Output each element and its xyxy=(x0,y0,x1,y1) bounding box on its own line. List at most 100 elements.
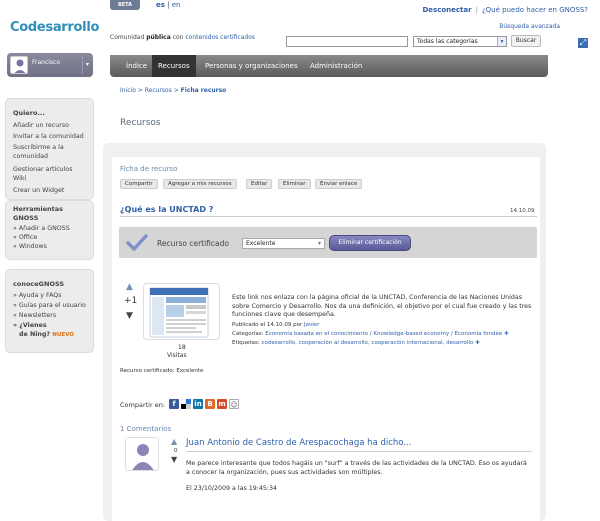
nav-item-personas[interactable]: Personas y organizaciones xyxy=(199,55,304,77)
divider xyxy=(120,216,537,217)
comment-text: Me parece interesante que todos hagáis u… xyxy=(186,460,527,476)
sidebar-item-crear-widget[interactable]: Crear un Widget xyxy=(13,187,64,195)
chevron-down-icon: ▾ xyxy=(497,37,506,46)
categories-link[interactable]: Economía basada en el conocimiento / Kno… xyxy=(265,331,502,337)
send-link-button[interactable]: Enviar enlace xyxy=(315,179,363,189)
resource-date: 14.10.09 xyxy=(510,208,535,214)
divider xyxy=(186,451,532,452)
comment-date: El 23/10/2009 a las 19:45:34 xyxy=(186,485,278,492)
tags-link[interactable]: codesarrollo, cooperación al desarrollo,… xyxy=(262,340,474,346)
sidebar-item-windows[interactable]: » Windows xyxy=(13,243,47,251)
beta-badge: BETA xyxy=(110,0,140,10)
advanced-search-link[interactable]: Búsqueda avanzada xyxy=(499,23,560,30)
sidebar-item-ayuda[interactable]: » Ayuda y FAQs xyxy=(13,292,62,300)
plus-icon[interactable]: ✚ xyxy=(475,340,480,346)
sidebar-item-suscribirme[interactable]: Suscribirme a la xyxy=(13,144,64,152)
resource-thumbnail[interactable] xyxy=(143,283,220,340)
published-prefix: Publicado el 14.10.09 por xyxy=(232,322,305,328)
facebook-icon[interactable]: f xyxy=(169,399,179,409)
sidebar-conoce-box: conoceGNOSS » Ayuda y FAQs » Guías para … xyxy=(5,269,94,353)
sidebar-item-newsletters[interactable]: » Newsletters xyxy=(13,312,56,320)
community-tagline: Comunidad pública con contenidos certifi… xyxy=(110,34,255,41)
breadcrumb-home[interactable]: Inicio xyxy=(120,87,136,94)
sidebar-item-suscribirme-cont[interactable]: comunidad xyxy=(13,153,48,161)
sidebar-tools-title: Herramientas xyxy=(13,205,64,213)
nav-item-indice[interactable]: Índice xyxy=(120,55,153,77)
avatar xyxy=(10,56,28,74)
categories-label: Categorías: xyxy=(232,331,266,337)
certified-content-link[interactable]: contenidos certificados xyxy=(185,34,255,41)
delicious-icon[interactable] xyxy=(180,398,191,409)
help-link[interactable]: ¿Qué puedo hacer en GNOSS? xyxy=(482,6,588,14)
sidebar-item-vienes[interactable]: » ¿Vienes xyxy=(13,322,47,330)
published-info: Publicado el 14.10.09 por Javier xyxy=(232,321,542,329)
top-links: Desconectar | ¿Qué puedo hacer en GNOSS? xyxy=(422,6,588,14)
sidebar-item-anadir-gnoss[interactable]: » Añadir a GNOSS xyxy=(13,225,70,233)
resource-title[interactable]: ¿Qué es la UNCTAD ? xyxy=(120,205,213,214)
tagline-prefix: Comunidad xyxy=(110,34,147,41)
chevron-down-icon[interactable]: ▾ xyxy=(82,56,92,74)
vote-down-icon[interactable]: ▼ xyxy=(171,455,177,464)
language-switcher: es | en xyxy=(156,1,180,9)
sidebar-quiero-title: Quiero... xyxy=(13,109,45,117)
comments-header: 1 Comentarios xyxy=(120,425,172,433)
reddit-icon[interactable]: ☺ xyxy=(229,399,239,409)
search-input[interactable] xyxy=(286,36,408,47)
share-label: Compartir en: xyxy=(120,401,166,409)
breadcrumb-current: Ficha recurso xyxy=(180,87,227,94)
breadcrumb: Inicio > Recursos > Ficha recurso xyxy=(120,87,226,94)
category-select-value: Todas las categorías xyxy=(417,38,478,45)
user-name: Francisco xyxy=(32,59,61,66)
tags-info: Etiquetas: codesarrollo, cooperación al … xyxy=(232,339,542,347)
tagline-mid: con xyxy=(170,34,186,41)
vote-up-icon[interactable]: ▲ xyxy=(126,282,133,292)
certification-select[interactable]: Excelente ▾ xyxy=(242,238,325,249)
resource-section-label: Ficha de recurso xyxy=(120,165,178,173)
breadcrumb-section[interactable]: Recursos xyxy=(145,87,172,94)
sidebar-item-anadir-recurso[interactable]: Añadir un recurso xyxy=(13,122,69,130)
blogger-icon[interactable]: B xyxy=(205,399,215,409)
meneame-icon[interactable]: m xyxy=(217,399,227,409)
edit-button[interactable]: Editar xyxy=(246,179,273,189)
add-to-my-resources-button[interactable]: Agregar a mis recursos xyxy=(163,179,237,189)
sidebar-item-guias[interactable]: » Guías para el usuario xyxy=(13,302,86,310)
sidebar-quiero-box: Quiero... Añadir un recurso Invitar a la… xyxy=(5,98,94,200)
visits-label: Visitas xyxy=(167,352,187,359)
sidebar-tools-title-2: GNOSS xyxy=(13,214,39,222)
new-badge: NUEVO xyxy=(52,332,74,338)
share-button[interactable]: Compartir xyxy=(120,179,158,189)
sidebar-item-ning[interactable]: de Ning? NUEVO xyxy=(19,331,74,339)
tags-label: Etiquetas: xyxy=(232,340,262,346)
linkedin-icon[interactable]: in xyxy=(193,399,203,409)
lang-en-link[interactable]: en xyxy=(172,1,181,9)
lang-es-link[interactable]: es xyxy=(156,1,165,9)
sidebar-item-invitar[interactable]: Invitar a la comunidad xyxy=(13,133,84,141)
sidebar-item-gestionar-wiki[interactable]: Gestionar artículos xyxy=(13,166,73,174)
search-button[interactable]: Buscar xyxy=(511,35,541,47)
certification-label: Recurso certificado xyxy=(157,239,229,248)
logout-link[interactable]: Desconectar xyxy=(422,6,471,14)
nav-item-recursos[interactable]: Recursos xyxy=(152,55,196,77)
plus-icon[interactable]: ✚ xyxy=(504,331,509,337)
vote-up-icon[interactable]: ▲ xyxy=(171,437,177,446)
lang-separator: | xyxy=(164,1,172,9)
sidebar-item-gestionar-wiki-cont[interactable]: Wiki xyxy=(13,175,26,183)
certification-status: Recurso certificado: Excelente xyxy=(120,368,204,374)
site-logo[interactable]: Codesarrollo xyxy=(10,20,99,35)
vote-down-icon[interactable]: ▼ xyxy=(126,311,133,321)
expand-icon[interactable]: ⤢ xyxy=(578,38,588,48)
comment-author[interactable]: Juan Antonio de Castro de Arespacochaga … xyxy=(186,438,411,448)
main-nav: Índice Recursos Personas y organizacione… xyxy=(110,55,548,77)
certification-select-value: Excelente xyxy=(246,240,276,247)
tagline-bold: pública xyxy=(146,34,171,41)
author-link[interactable]: Javier xyxy=(304,322,319,328)
resource-description: Este link nos enlaza con la página ofici… xyxy=(232,294,532,318)
separator: | xyxy=(475,6,478,14)
remove-certification-button[interactable]: Eliminar certificación xyxy=(329,235,411,251)
chevron-down-icon: ▾ xyxy=(317,240,321,247)
delete-button[interactable]: Eliminar xyxy=(278,179,311,189)
category-select[interactable]: Todas las categorías ▾ xyxy=(413,36,507,47)
nav-item-administracion[interactable]: Administración xyxy=(304,55,368,77)
categories-info: Categorías: Economía basada en el conoci… xyxy=(232,330,542,338)
sidebar-item-office[interactable]: » Office xyxy=(13,234,37,242)
